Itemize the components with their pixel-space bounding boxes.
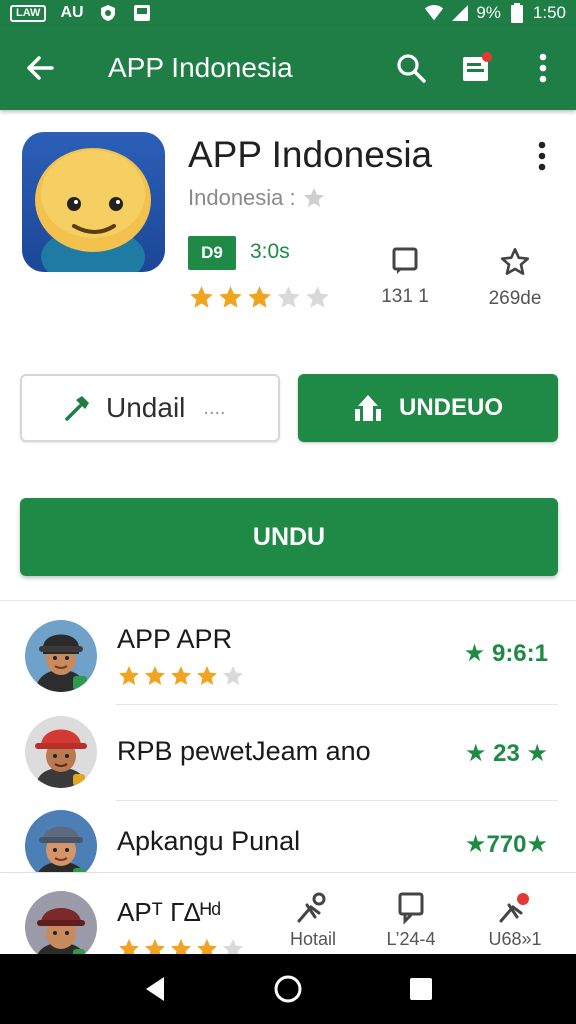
status-bar: LAW AU 9% 1:50 bbox=[0, 0, 576, 26]
star-filled-icon bbox=[248, 286, 271, 308]
reviews-stat: 131 1 bbox=[350, 246, 460, 308]
star-empty-icon bbox=[306, 286, 329, 308]
shield-icon bbox=[98, 4, 118, 22]
section-divider bbox=[0, 600, 576, 601]
nav-recents-button[interactable] bbox=[391, 964, 451, 1014]
status-time: 1:50 bbox=[532, 3, 566, 22]
hammer-icon bbox=[65, 396, 89, 421]
update-button[interactable]: UNDEUO bbox=[298, 374, 558, 442]
list-item-stars bbox=[117, 664, 245, 688]
share-pin-icon bbox=[297, 892, 326, 923]
app-more-button[interactable] bbox=[522, 134, 562, 178]
bookmark-badge-icon bbox=[463, 52, 492, 81]
triangle-back-icon bbox=[146, 977, 164, 1001]
bottom-nav-item[interactable]: L’24-4 bbox=[366, 891, 456, 950]
bottom-nav-label: U68»1 bbox=[488, 929, 542, 949]
bottom-nav-item[interactable]: Hotail bbox=[268, 891, 358, 950]
battery-percent: 9% bbox=[476, 3, 501, 22]
star-filled-icon bbox=[171, 666, 191, 685]
app-bar: APP Indonesia bbox=[0, 26, 576, 110]
list-item-rating: ★ 23 ★ bbox=[464, 740, 548, 767]
back-button[interactable] bbox=[0, 26, 80, 110]
bookmark-button[interactable] bbox=[444, 26, 510, 110]
more-vert-icon bbox=[539, 53, 547, 83]
star-filled-icon bbox=[119, 666, 139, 685]
nav-home-button[interactable] bbox=[258, 964, 318, 1014]
rating-text: 3:0s bbox=[250, 240, 290, 263]
bookmark-icon bbox=[398, 892, 424, 925]
avatar bbox=[25, 891, 97, 963]
star-empty-icon bbox=[223, 666, 243, 685]
reviews-count: 131 1 bbox=[381, 286, 429, 307]
share-pin-badge-icon bbox=[499, 893, 529, 923]
wifi-icon bbox=[424, 4, 444, 22]
search-icon bbox=[397, 54, 426, 83]
bookmark-outline-icon bbox=[392, 247, 418, 274]
developer-name: Indonesia : bbox=[188, 185, 296, 210]
more-vert-icon bbox=[538, 141, 546, 171]
list-item-title: APᵀ Г∆ᴴᵈ bbox=[117, 897, 222, 927]
bottom-strip: APᵀ Г∆ᴴᵈ Hotail L’24-4 U68»1 bbox=[0, 872, 576, 963]
update-label: UNDEUO bbox=[398, 394, 503, 421]
list-item-title: APP APR bbox=[117, 624, 233, 654]
bottom-nav-label: L’24-4 bbox=[386, 929, 436, 949]
star-filled-icon bbox=[219, 286, 242, 308]
row-divider bbox=[116, 800, 558, 801]
app-developer[interactable]: Indonesia : bbox=[188, 185, 326, 211]
app-title: APP Indonesia bbox=[188, 134, 433, 175]
list-item-rating: ★ 9:6:1 bbox=[463, 640, 548, 667]
download-button[interactable]: UNDU bbox=[20, 498, 558, 576]
uninstall-button[interactable]: Undail .... bbox=[20, 374, 280, 442]
nav-back-button[interactable] bbox=[125, 964, 185, 1014]
row-divider bbox=[116, 704, 558, 705]
app-bar-title: APP Indonesia bbox=[108, 52, 293, 83]
upload-icon bbox=[354, 395, 381, 421]
star-empty-icon bbox=[277, 286, 300, 308]
avatar bbox=[25, 620, 97, 692]
score-stat: 269de bbox=[460, 246, 570, 310]
star-outline-icon bbox=[303, 188, 324, 207]
star-filled-icon bbox=[197, 666, 217, 685]
search-button[interactable] bbox=[378, 26, 444, 110]
circle-home-icon bbox=[274, 975, 302, 1003]
more-options-button[interactable] bbox=[510, 26, 576, 110]
status-carrier: AU bbox=[60, 4, 84, 21]
uninstall-suffix: .... bbox=[203, 396, 226, 419]
square-recents-icon bbox=[410, 978, 432, 1000]
image-notification-icon bbox=[132, 4, 152, 22]
system-nav-bar bbox=[0, 954, 576, 1024]
list-item[interactable]: RPB pewetJeam ano ★ 23 ★ bbox=[0, 708, 576, 798]
score-value: 269de bbox=[488, 288, 542, 309]
back-arrow-icon bbox=[27, 56, 54, 80]
content-rating-badge: D9 bbox=[188, 236, 236, 270]
star-outline-icon bbox=[500, 248, 530, 275]
app-star-rating bbox=[188, 284, 331, 311]
list-item-title: RPB pewetJeam ano bbox=[117, 736, 371, 766]
list-item[interactable]: APP APR ★ 9:6:1 bbox=[0, 612, 576, 702]
uninstall-label: Undail bbox=[106, 392, 186, 423]
list-item-rating: ★770★ bbox=[464, 831, 548, 858]
app-icon bbox=[22, 132, 165, 272]
bottom-nav-item[interactable]: U68»1 bbox=[470, 891, 560, 950]
star-filled-icon bbox=[145, 666, 165, 685]
avatar bbox=[25, 716, 97, 788]
bottom-nav-label: Hotail bbox=[289, 929, 337, 949]
signal-icon bbox=[450, 4, 470, 22]
star-filled-icon bbox=[190, 286, 213, 308]
list-item-title: Apkangu Punal bbox=[117, 826, 301, 856]
status-box-label: LAW bbox=[10, 4, 47, 22]
battery-icon bbox=[507, 3, 527, 23]
